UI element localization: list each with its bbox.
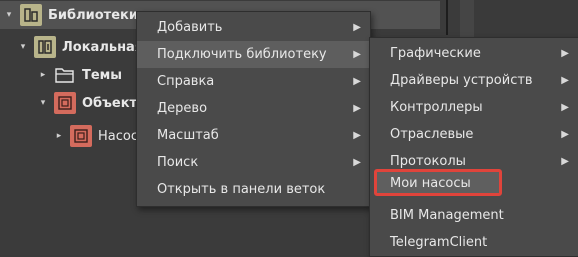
menu-item-label: Дерево: [157, 101, 208, 116]
submenu-arrow-icon: ▶: [353, 76, 361, 87]
menu-item-label: Мои насосы: [390, 176, 471, 191]
menu-item-label: Протоколы: [390, 154, 466, 169]
menu-item-label: Поиск: [157, 155, 199, 170]
folder-icon: [54, 64, 76, 86]
collapse-icon[interactable]: ▾: [38, 98, 48, 108]
submenu-item-telegram-client[interactable]: TelegramClient: [370, 229, 578, 256]
menu-item-label: Добавить: [157, 20, 223, 35]
menu-item-help[interactable]: Справка ▶: [137, 68, 370, 95]
expand-icon[interactable]: ▸: [38, 70, 48, 80]
menu-item-label: Масштаб: [157, 128, 219, 143]
menu-item-label: TelegramClient: [390, 235, 488, 250]
submenu-arrow-icon: ▶: [561, 156, 569, 167]
panel-divider: [446, 0, 448, 35]
submenu-item-industry[interactable]: Отраслевые ▶: [370, 121, 578, 148]
menu-item-label: BIM Management: [390, 208, 504, 223]
tree-row-themes[interactable]: ▸ Темы: [38, 61, 122, 89]
expand-icon[interactable]: ▸: [54, 131, 64, 141]
submenu-arrow-icon: ▶: [561, 48, 569, 59]
tree-row-local[interactable]: ▾ Локальная: [18, 33, 143, 61]
collapse-icon[interactable]: ▾: [4, 10, 14, 20]
connect-library-submenu: Графические ▶ Драйверы устройств ▶ Контр…: [369, 37, 578, 257]
menu-item-label: Графические: [390, 46, 481, 61]
menu-item-tree[interactable]: Дерево ▶: [137, 95, 370, 122]
tree-label-themes: Темы: [82, 67, 123, 83]
menu-item-label: Подключить библиотеку: [157, 47, 327, 62]
submenu-item-graphics[interactable]: Графические ▶: [370, 40, 578, 67]
menu-item-scale[interactable]: Масштаб ▶: [137, 122, 370, 149]
submenu-item-device-drivers[interactable]: Драйверы устройств ▶: [370, 67, 578, 94]
submenu-arrow-icon: ▶: [561, 129, 569, 140]
pumps-icon: [70, 125, 92, 147]
tree-label-local: Локальная: [62, 39, 144, 55]
submenu-arrow-icon: ▶: [353, 130, 361, 141]
submenu-arrow-icon: ▶: [353, 22, 361, 33]
library-icon: [34, 36, 56, 58]
submenu-item-my-pumps[interactable]: Мои насосы: [370, 170, 578, 197]
menu-item-label: Открыть в панели веток: [157, 182, 326, 197]
submenu-arrow-icon: ▶: [353, 103, 361, 114]
tree-label-libraries: Библиотеки: [48, 7, 138, 23]
menu-item-search[interactable]: Поиск ▶: [137, 149, 370, 176]
menu-item-label: Справка: [157, 74, 215, 89]
objects-icon: [54, 92, 76, 114]
collapse-icon[interactable]: ▾: [18, 42, 28, 52]
menu-item-add[interactable]: Добавить ▶: [137, 14, 370, 41]
submenu-arrow-icon: ▶: [561, 102, 569, 113]
context-menu: Добавить ▶ Подключить библиотеку ▶ Справ…: [136, 11, 371, 207]
submenu-arrow-icon: ▶: [353, 157, 361, 168]
menu-item-label: Драйверы устройств: [390, 73, 533, 88]
tree-row-objects[interactable]: ▾ Объекты: [38, 89, 149, 117]
menu-item-open-in-branch-panel[interactable]: Открыть в панели веток: [137, 176, 370, 203]
submenu-arrow-icon: ▶: [353, 49, 361, 60]
menu-item-label: Контроллеры: [390, 100, 483, 115]
submenu-item-controllers[interactable]: Контроллеры ▶: [370, 94, 578, 121]
submenu-arrow-icon: ▶: [561, 75, 569, 86]
menu-item-connect-library[interactable]: Подключить библиотеку ▶: [137, 41, 370, 68]
tree-row-pumps[interactable]: ▸ Насосы: [54, 122, 148, 150]
submenu-item-bim-management[interactable]: BIM Management: [370, 202, 578, 229]
menu-item-label: Отраслевые: [390, 127, 474, 142]
library-root-icon: [20, 4, 42, 26]
